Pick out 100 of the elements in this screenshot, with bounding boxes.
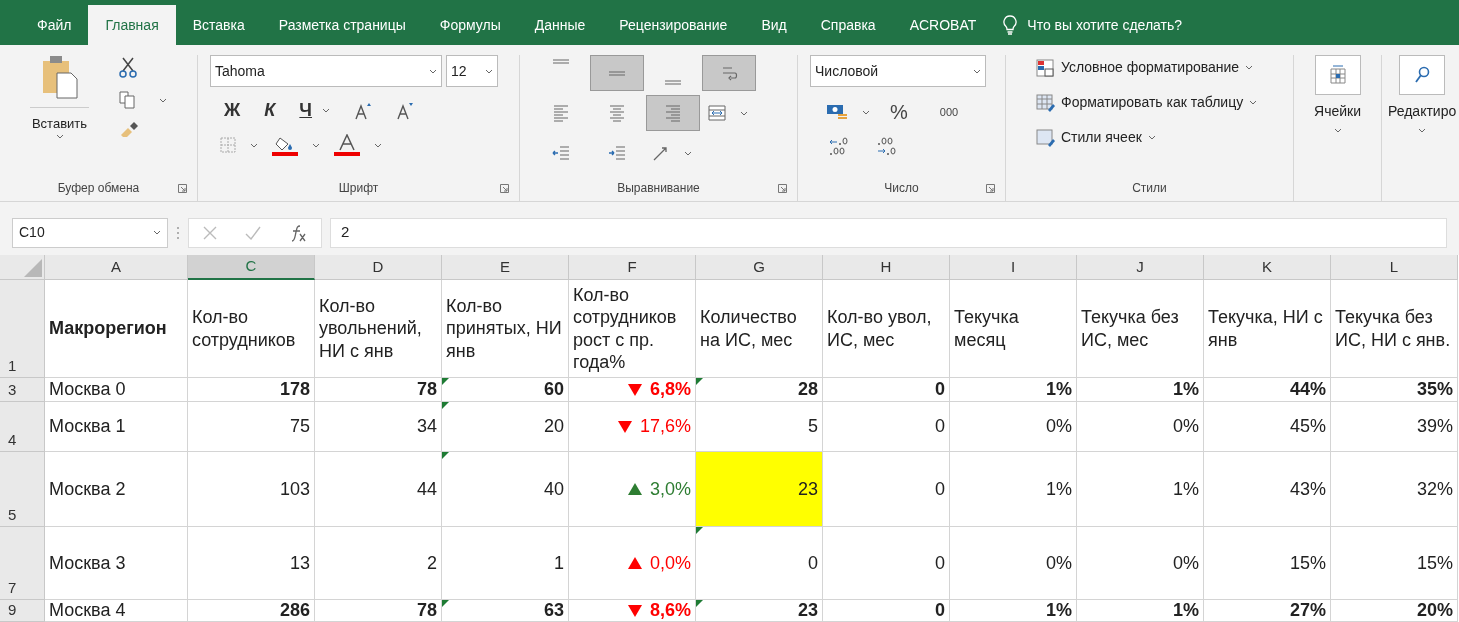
column-header[interactable]: J [1077,255,1204,280]
column-header[interactable]: G [696,255,823,280]
scissors-icon[interactable] [119,57,137,79]
currency-icon[interactable] [826,103,848,121]
italic-button[interactable]: К [264,97,276,124]
editing-button[interactable]: Редактиро [1388,55,1457,201]
caret-icon[interactable] [153,230,161,235]
formula-field[interactable]: 2 [330,217,1447,248]
ribbon-tab[interactable]: Формулы [422,5,518,45]
dialog-launcher-icon[interactable] [778,183,787,193]
caret-icon[interactable] [862,109,870,115]
column-header[interactable]: D [315,255,442,280]
caret-icon[interactable] [1245,65,1254,70]
table-cell-text: 0% [1046,551,1072,575]
table-cell-text: 0 [935,415,945,438]
table-cell-text: 8,6% [649,599,691,622]
checkmark-icon[interactable] [245,225,261,240]
column-header[interactable]: F [569,255,696,280]
row-header[interactable]: 9 [0,600,45,622]
table-cell-text: 27% [1289,599,1326,622]
ribbon-tab[interactable]: Справка [803,5,893,45]
table-cell-text: 63 [543,599,564,622]
header-cell-text: Кол-во сотрудников [192,306,297,351]
cells-button[interactable]: Ячейки [1314,55,1361,201]
column-header[interactable]: C [188,255,315,280]
caret-icon[interactable] [973,68,981,74]
caret-icon[interactable] [1333,128,1342,133]
caret-icon[interactable] [1249,100,1258,105]
styles-menu-button[interactable]: Стили ячеек [1036,127,1293,148]
align-bottom-icon [664,80,682,85]
table-cell-text: Москва 3 [49,551,126,575]
table-cell-text: 39% [1416,415,1453,438]
table-cell-text: 5 [808,415,818,438]
function-icon[interactable] [289,223,307,242]
column-header[interactable]: A [45,255,188,280]
tell-me-field[interactable]: Что вы хотите сделать? [1027,14,1183,36]
table-cell-text: 75 [289,415,310,438]
increase-decimal-icon[interactable] [828,137,850,157]
column-header[interactable]: I [950,255,1077,280]
table-cell-text: 1% [1046,378,1072,401]
caret-icon[interactable] [485,68,493,74]
row-header[interactable]: 3 [0,378,45,402]
ribbon-tab[interactable]: ACROBAT [892,5,994,45]
caret-icon[interactable] [374,142,382,148]
table-cell-text: 13 [289,551,310,575]
underline-button[interactable]: Ч [299,97,312,124]
row-header[interactable]: 4 [0,402,45,452]
bold-button[interactable]: Ж [224,97,241,124]
font-color-icon[interactable] [334,134,360,156]
caret-icon[interactable] [159,97,167,103]
table-cell-text: 60 [543,378,564,401]
dialog-launcher-icon[interactable] [178,183,187,193]
caret-icon[interactable] [684,150,692,156]
format-painter-icon[interactable] [119,121,139,137]
table-cell-text: 44% [1289,378,1326,401]
caret-icon[interactable] [1418,128,1427,133]
ribbon-tab[interactable]: Рецензирование [602,5,745,45]
drag-handle-icon[interactable] [176,225,180,240]
caret-icon[interactable] [1147,135,1156,140]
caret-icon[interactable] [250,142,258,148]
styles-menu-button[interactable]: Форматировать как таблицу [1036,92,1293,113]
ribbon-tab[interactable]: Файл [20,5,89,45]
paste-button[interactable]: Вставить [30,55,89,175]
ribbon-tab[interactable]: Главная [88,5,176,45]
column-header[interactable]: H [823,255,950,280]
dialog-launcher-icon[interactable] [986,183,995,193]
caret-icon[interactable] [429,68,437,74]
column-header[interactable]: E [442,255,569,280]
number-format-dropdown[interactable]: Числовой [810,55,986,87]
shrink-font-icon[interactable] [396,101,414,120]
header-cell-text: Кол-во сотрудников рост с пр. года% [573,283,678,374]
column-header[interactable]: L [1331,255,1458,280]
dialog-launcher-icon[interactable] [500,183,509,193]
thousands-button[interactable]: 000 [939,103,959,121]
ribbon-tab[interactable]: Данные [517,5,603,45]
font-name-dropdown[interactable]: Tahoma [210,55,442,87]
caret-icon[interactable] [322,108,330,113]
ribbon-tab[interactable]: Вставка [175,5,262,45]
clipboard-icon [40,55,79,99]
column-header[interactable]: K [1204,255,1331,280]
lightbulb-icon[interactable] [1003,15,1018,35]
styles-menu-button[interactable]: Условное форматирование [1036,57,1293,78]
table-cell-text: 78 [416,599,437,622]
percent-button[interactable]: % [890,97,908,127]
header-cell-text: Кол-во увол, ИС, мес [827,306,933,351]
caret-icon[interactable] [312,142,320,148]
copy-icon[interactable] [119,91,135,109]
group-label: Выравнивание [617,180,700,197]
row-header[interactable]: 7 [0,527,45,600]
name-box[interactable]: C10 [12,217,168,248]
caret-icon[interactable] [740,110,748,116]
caret-icon[interactable] [55,133,64,139]
row-header[interactable]: 1 [0,280,45,378]
header-cell-text: Кол-во увольнений, НИ с янв [319,294,423,363]
grow-font-icon[interactable] [354,101,372,120]
ribbon-tab[interactable]: Вид [744,5,804,45]
font-size-dropdown[interactable]: 12 [446,55,498,87]
row-header[interactable]: 5 [0,452,45,527]
decrease-decimal-icon[interactable] [876,137,898,157]
ribbon-tab[interactable]: Разметка страницы [261,5,423,45]
